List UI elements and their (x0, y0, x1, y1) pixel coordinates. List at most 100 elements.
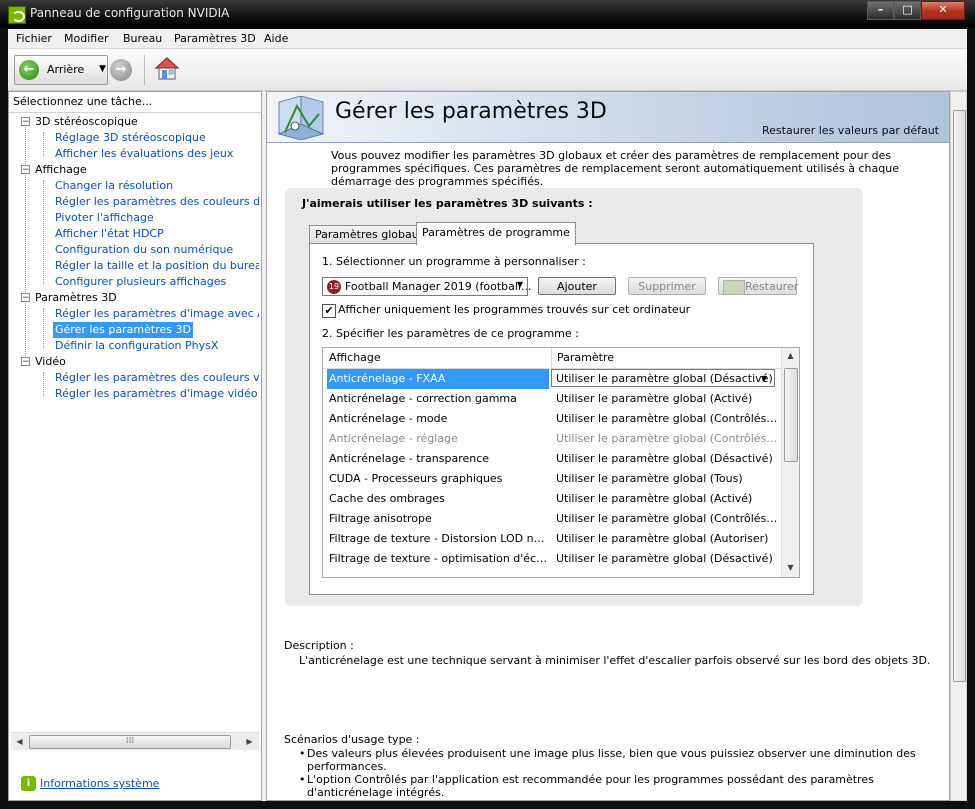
sidebar-item-plusieurs-affichages[interactable]: Configurer plusieurs affichages (55, 274, 226, 290)
scroll-down-icon[interactable]: ▼ (782, 561, 799, 575)
menu-parametres-3d[interactable]: Paramètres 3D (174, 32, 256, 45)
sidebar-item-son-numerique[interactable]: Configuration du son numérique (55, 242, 233, 258)
sidebar-item-couleurs-bureau[interactable]: Régler les paramètres des couleurs du bu… (55, 194, 259, 210)
table-row[interactable]: Anticrénelage - mode Utiliser le paramètr… (323, 409, 782, 429)
setting-cell: Utiliser le paramètre global (Contrôlés … (556, 512, 778, 525)
horizontal-scrollbar[interactable]: ◀ ⁞⁞⁞ ▶ (11, 732, 259, 750)
scroll-right-icon[interactable]: ▶ (242, 735, 257, 748)
step2-label: 2. Spécifier les paramètres de ce progra… (322, 327, 579, 340)
scrollbar-thumb[interactable]: ⁞⁞⁞ (29, 735, 231, 749)
scroll-up-icon[interactable]: ▲ (782, 349, 799, 363)
collapse-icon[interactable]: − (21, 117, 30, 127)
sidebar-item-couleurs-video[interactable]: Régler les paramètres des couleurs vidéo (55, 370, 259, 386)
feature-cell: CUDA - Processeurs graphiques (329, 472, 503, 485)
program-select[interactable]: 19 Football Manager 2019 (football... ▼ (322, 277, 532, 296)
sidebar-item-configuration-physx[interactable]: Définir la configuration PhysX (55, 338, 218, 354)
table-row[interactable]: Cache des ombrages Utiliser le paramètre … (323, 489, 782, 509)
sidebar-item-parametres-image-apercu[interactable]: Régler les paramètres d'image avec Aperç… (55, 306, 259, 322)
collapse-icon[interactable]: − (21, 165, 30, 175)
maximize-button[interactable]: □ (894, 1, 921, 20)
forward-arrow-icon[interactable]: → (110, 59, 132, 81)
title-bar[interactable]: Panneau de configuration NVIDIA – □ ✕ (0, 0, 975, 28)
table-scrollbar[interactable]: ▲ ▼ (781, 348, 799, 577)
sidebar-item-taille-position-bureau[interactable]: Régler la taille et la position du burea… (55, 258, 259, 274)
tree-connector (43, 180, 44, 284)
table-row[interactable]: Filtrage de texture - Distorsion LOD nég… (323, 529, 782, 549)
scenarios-list: Des valeurs plus élevées produisent une … (297, 747, 937, 799)
back-button-label: Arrière (47, 63, 85, 76)
tab-parametres-globaux[interactable]: Paramètres globaux (309, 225, 432, 244)
sidebar-item-changer-resolution[interactable]: Changer la résolution (55, 178, 173, 194)
tree-category-affichage[interactable]: − Affichage (21, 162, 87, 178)
collapse-icon[interactable]: − (21, 293, 30, 303)
setting-cell: Utiliser le paramètre global (Désactivé) (556, 452, 773, 465)
menu-fichier[interactable]: Fichier (16, 32, 52, 45)
remove-button[interactable]: Supprimer (628, 277, 706, 295)
scrollbar-thumb[interactable] (784, 368, 798, 462)
tab-parametres-programme[interactable]: Paramètres de programme (416, 222, 576, 245)
table-row[interactable]: Anticrénelage - réglage Utiliser le param… (323, 429, 782, 449)
sidebar-item-evaluations-jeux[interactable]: Afficher les évaluations des jeux (55, 146, 233, 162)
column-header-parametre[interactable]: Paramètre (557, 351, 614, 364)
sidebar-item-image-video[interactable]: Régler les paramètres d'image vidéo (55, 386, 258, 402)
feature-cell: Anticrénelage - FXAA (327, 369, 549, 389)
nvidia-logo-icon (723, 280, 745, 295)
task-pane: Sélectionnez une tâche... −3D stéréoscop… (8, 91, 262, 801)
tree-category-3d-stereoscopique[interactable]: −3D stéréoscopique (21, 114, 138, 130)
description-text: L'anticrénelage est une technique servan… (299, 654, 931, 667)
program-icon: 19 (327, 280, 341, 294)
sidebar-item-reglage-3d-stereoscopique[interactable]: Réglage 3D stéréoscopique (55, 130, 206, 146)
menu-bar: Fichier Modifier Bureau Paramètres 3D Ai… (8, 29, 967, 49)
content-scrollbar[interactable] (950, 91, 967, 801)
settings-group: J'aimerais utiliser les paramètres 3D su… (285, 188, 863, 606)
show-found-programs-checkbox[interactable]: ✔ (322, 304, 336, 318)
restore-defaults-link[interactable]: Restaurer les valeurs par défaut (762, 124, 939, 137)
chevron-down-icon[interactable]: ▼ (761, 369, 767, 389)
table-row[interactable]: Filtrage anisotrope Utiliser le paramètre… (323, 509, 782, 529)
nvidia-logo-icon (8, 6, 26, 24)
home-icon[interactable] (154, 56, 180, 82)
menu-aide[interactable]: Aide (264, 32, 288, 45)
menu-bureau[interactable]: Bureau (123, 32, 162, 45)
column-header-affichage[interactable]: Affichage (329, 351, 381, 364)
feature-cell: Anticrénelage - correction gamma (329, 392, 517, 405)
sidebar-item-pivoter-affichage[interactable]: Pivoter l'affichage (55, 210, 154, 226)
client-area: Fichier Modifier Bureau Paramètres 3D Ai… (8, 29, 967, 801)
category-label: Affichage (35, 163, 87, 176)
collapse-icon[interactable]: − (21, 357, 30, 367)
task-pane-header: Sélectionnez une tâche... (13, 95, 153, 108)
window-title: Panneau de configuration NVIDIA (30, 6, 230, 20)
show-found-programs-label: Afficher uniquement les programmes trouv… (338, 303, 691, 316)
tree-connector (25, 122, 26, 362)
category-label: 3D stéréoscopique (35, 115, 138, 128)
add-button[interactable]: Ajouter (538, 277, 616, 295)
back-button[interactable]: ← Arrière ▼ (14, 55, 108, 85)
table-row[interactable]: Anticrénelage - FXAA Utiliser le paramètr… (323, 369, 782, 389)
close-button[interactable]: ✕ (921, 1, 965, 20)
tree-category-video[interactable]: − Vidéo (21, 354, 66, 370)
restore-button[interactable]: Restaurer (718, 277, 798, 295)
table-row[interactable]: Anticrénelage - correction gamma Utiliser… (323, 389, 782, 409)
system-info-label[interactable]: Informations système (40, 777, 159, 790)
chevron-down-icon[interactable]: ▼ (99, 64, 106, 74)
tree-category-parametres-3d[interactable]: − Paramètres 3D (21, 290, 117, 306)
sidebar-item-gerer-parametres-3d[interactable]: Gérer les paramètres 3D (53, 322, 193, 338)
settings-heading: J'aimerais utiliser les paramètres 3D su… (302, 197, 593, 210)
scenario-item: L'option Contrôlés par l'application est… (297, 773, 937, 799)
minimize-button[interactable]: – (867, 1, 894, 20)
setting-cell: Utiliser le paramètre global (Activé) (556, 392, 753, 405)
scroll-left-icon[interactable]: ◀ (12, 735, 27, 748)
feature-cell: Anticrénelage - réglage (329, 432, 458, 445)
divider (9, 112, 261, 113)
menu-modifier[interactable]: Modifier (64, 32, 108, 45)
table-row[interactable]: Filtrage de texture - optimisation d'éch… (323, 549, 782, 569)
setting-dropdown[interactable]: Utiliser le paramètre global (Désactivé) (551, 369, 775, 387)
step1-label: 1. Sélectionner un programme à personnal… (322, 255, 586, 268)
table-row[interactable]: Anticrénelage - transparence Utiliser le … (323, 449, 782, 469)
program-select-value: Football Manager 2019 (football... (345, 280, 532, 293)
table-row[interactable]: CUDA - Processeurs graphiques Utiliser le… (323, 469, 782, 489)
sidebar-item-etat-hdcp[interactable]: Afficher l'état HDCP (55, 226, 164, 242)
task-tree[interactable]: −3D stéréoscopique Réglage 3D stéréoscop… (15, 114, 259, 734)
feature-cell: Filtrage de texture - Distorsion LOD nég… (329, 532, 549, 545)
scrollbar-thumb[interactable] (953, 110, 966, 682)
